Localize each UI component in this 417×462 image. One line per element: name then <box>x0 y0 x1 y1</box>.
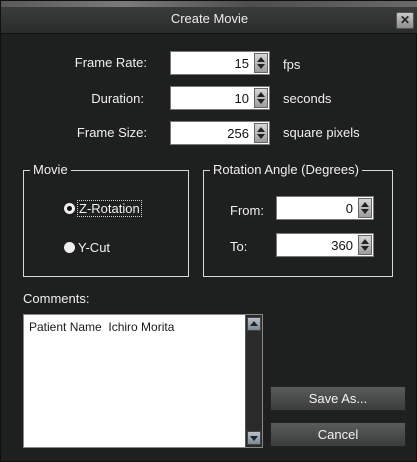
save-as-button[interactable]: Save As... <box>270 386 406 411</box>
cancel-button[interactable]: Cancel <box>270 422 406 447</box>
frame-rate-unit: fps <box>283 57 301 72</box>
chevron-down-icon <box>250 436 258 441</box>
frame-size-value[interactable]: 256 <box>227 126 249 141</box>
rotation-from-value[interactable]: 0 <box>346 201 353 216</box>
chevron-up-icon[interactable] <box>361 202 369 207</box>
rotation-from-label: From: <box>230 203 264 218</box>
duration-spinner[interactable]: 10 <box>170 86 270 110</box>
chevron-up-icon[interactable] <box>257 57 265 62</box>
rotation-angle-legend: Rotation Angle (Degrees) <box>210 162 362 177</box>
radio-z-rotation-label[interactable]: Z-Rotation <box>77 200 142 217</box>
frame-size-label: Frame Size: <box>76 125 147 140</box>
chevron-up-icon[interactable] <box>361 239 369 244</box>
frame-size-unit: square pixels <box>283 125 360 140</box>
frame-rate-value[interactable]: 15 <box>235 56 249 71</box>
chevron-up-icon[interactable] <box>257 127 265 132</box>
close-button[interactable]: ✕ <box>396 12 414 29</box>
rotation-angle-group: Rotation Angle (Degrees) From: 0 To: 360 <box>203 162 393 277</box>
radio-selected-icon[interactable] <box>64 203 75 214</box>
movie-group-legend: Movie <box>30 162 71 177</box>
duration-unit: seconds <box>283 91 332 106</box>
comments-scrollbar[interactable] <box>245 315 262 447</box>
rotation-from-spinner[interactable]: 0 <box>276 196 374 220</box>
scroll-up-button[interactable] <box>247 317 261 331</box>
radio-z-rotation[interactable]: Z-Rotation <box>64 200 142 217</box>
chevron-down-icon[interactable] <box>257 64 265 69</box>
chevron-down-icon[interactable] <box>257 134 265 139</box>
chevron-down-icon[interactable] <box>361 209 369 214</box>
create-movie-dialog: Create Movie ✕ Frame Rate: 15 fps Durati… <box>0 0 417 462</box>
frame-size-spinner[interactable]: 256 <box>170 121 270 145</box>
comments-textarea[interactable]: Patient Name Ichiro Morita <box>23 314 263 448</box>
frame-rate-spinner[interactable]: 15 <box>170 51 270 75</box>
radio-y-cut-label[interactable]: Y-Cut <box>78 240 110 255</box>
comments-label: Comments: <box>23 291 90 306</box>
rotation-to-spinner[interactable]: 360 <box>276 233 374 257</box>
movie-group: Movie Z-Rotation Y-Cut <box>23 162 189 277</box>
close-icon: ✕ <box>399 13 411 27</box>
chevron-up-icon[interactable] <box>257 92 265 97</box>
chevron-down-icon[interactable] <box>257 99 265 104</box>
rotation-from-spin-buttons[interactable] <box>358 198 372 218</box>
chevron-up-icon <box>250 321 258 326</box>
radio-y-cut[interactable]: Y-Cut <box>64 240 110 255</box>
rotation-to-spin-buttons[interactable] <box>358 235 372 255</box>
frame-rate-spin-buttons[interactable] <box>254 53 268 73</box>
frame-rate-label: Frame Rate: <box>74 55 147 70</box>
duration-label: Duration: <box>91 91 144 106</box>
frame-size-spin-buttons[interactable] <box>254 123 268 143</box>
duration-value[interactable]: 10 <box>235 91 249 106</box>
rotation-to-label: To: <box>230 239 248 254</box>
comments-text[interactable]: Patient Name Ichiro Morita <box>29 320 174 334</box>
chevron-down-icon[interactable] <box>361 246 369 251</box>
dialog-title: Create Movie <box>170 11 249 26</box>
scroll-down-button[interactable] <box>247 431 261 445</box>
rotation-to-value[interactable]: 360 <box>331 238 353 253</box>
title-bar[interactable]: Create Movie ✕ <box>1 7 417 34</box>
radio-unselected-icon[interactable] <box>64 242 75 253</box>
duration-spin-buttons[interactable] <box>254 88 268 108</box>
